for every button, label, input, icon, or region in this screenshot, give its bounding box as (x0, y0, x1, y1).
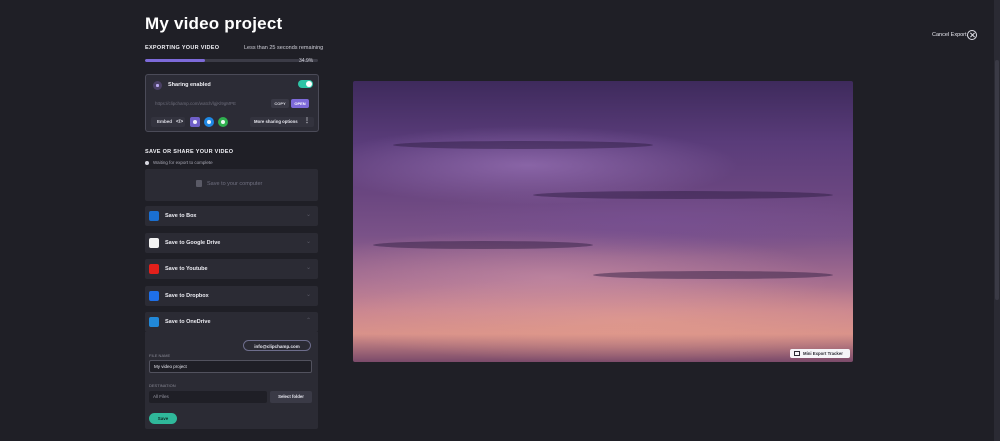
sharing-label: Sharing enabled (168, 82, 211, 88)
file-name-label: FILE NAME (149, 353, 171, 358)
sharing-card: Sharing enabled https://clipchamp.com/wa… (145, 74, 319, 132)
destination-label: Save to OneDrive (165, 319, 211, 325)
chevron-down-icon: ⌄ (305, 212, 311, 218)
mini-window-icon (794, 351, 800, 356)
mini-tracker-label: Mini Export Tracker (803, 351, 843, 356)
close-icon[interactable] (967, 30, 977, 40)
cancel-export-button[interactable]: Cancel Export (932, 32, 967, 38)
export-status-label: EXPORTING YOUR VIDEO (145, 45, 220, 51)
export-progress-fill (145, 59, 206, 62)
share-link-icon (153, 81, 162, 90)
file-name-input[interactable]: My video project (149, 360, 312, 373)
status-dot-icon (145, 160, 149, 165)
video-preview (353, 81, 853, 362)
embed-button[interactable]: Embed </> (151, 117, 185, 127)
waiting-status: Waiting for export to complete (145, 160, 213, 165)
save-to-youtube-row[interactable]: Save to Youtube ⌄ (145, 259, 318, 279)
download-icon (196, 180, 202, 187)
save-button[interactable]: Save (149, 413, 177, 424)
more-sharing-label: More sharing options (254, 119, 298, 124)
more-sharing-options-button[interactable]: More sharing options ⋮ (250, 117, 314, 127)
embed-code-icon: </> (176, 119, 184, 125)
save-to-computer-button[interactable]: Save to your computer (145, 169, 318, 201)
cloud-streak (373, 241, 593, 249)
google-drive-icon (149, 238, 159, 248)
dropbox-icon (149, 291, 159, 301)
export-percent: 34.9% (299, 58, 314, 64)
box-icon (149, 211, 159, 221)
save-to-dropbox-row[interactable]: Save to Dropbox ⌄ (145, 286, 318, 306)
cloud-streak (533, 191, 833, 199)
save-to-computer-label: Save to your computer (207, 181, 263, 187)
page-scrollbar[interactable] (994, 0, 1000, 441)
save-to-box-row[interactable]: Save to Box ⌄ (145, 206, 318, 226)
messenger-icon[interactable] (204, 117, 214, 127)
chevron-up-icon: ⌃ (305, 318, 311, 324)
account-email-button[interactable]: info@clipchamp.com (243, 340, 311, 351)
time-remaining: Less than 25 seconds remaining (244, 45, 324, 51)
mini-export-tracker-button[interactable]: Mini Export Tracker (790, 349, 850, 358)
destination-label: Save to Dropbox (165, 293, 209, 299)
youtube-icon (149, 264, 159, 274)
whatsapp-icon[interactable] (218, 117, 228, 127)
open-link-button[interactable]: OPEN (291, 99, 309, 108)
destination-field-label: DESTINATION (149, 383, 176, 388)
chevron-down-icon: ⌄ (305, 239, 311, 245)
onedrive-icon (149, 317, 159, 327)
save-to-google-drive-row[interactable]: Save to Google Drive ⌄ (145, 233, 318, 253)
select-folder-button[interactable]: Select folder (270, 391, 312, 403)
embed-label: Embed (157, 119, 173, 124)
copy-link-button[interactable]: COPY (271, 99, 289, 108)
cloud-streak (593, 271, 833, 279)
share-link-text[interactable]: https://clipchamp.com/watch/lgjKl9gMPE (155, 101, 265, 106)
share-link-row: https://clipchamp.com/watch/lgjKl9gMPE C… (153, 99, 311, 109)
chevron-down-icon: ⌄ (305, 265, 311, 271)
scrollbar-thumb[interactable] (995, 60, 999, 300)
toggle-knob (306, 81, 312, 87)
waiting-text: Waiting for export to complete (153, 160, 213, 165)
onedrive-panel: info@clipchamp.com FILE NAME My video pr… (145, 332, 318, 429)
share-icon[interactable] (190, 117, 200, 127)
chevron-down-icon: ⌄ (305, 292, 311, 298)
destination-label: Save to Box (165, 213, 197, 219)
destination-input[interactable]: All Files (149, 391, 267, 403)
cloud-streak (393, 141, 653, 149)
page-title: My video project (145, 14, 283, 33)
destination-label: Save to Youtube (165, 266, 208, 272)
export-progress-bar (145, 59, 318, 62)
destination-label: Save to Google Drive (165, 240, 221, 246)
more-dots-icon: ⋮ (304, 118, 310, 124)
save-to-onedrive-row[interactable]: Save to OneDrive ⌃ (145, 312, 318, 332)
sharing-toggle[interactable] (298, 80, 313, 88)
save-section-title: SAVE OR SHARE YOUR VIDEO (145, 149, 234, 155)
